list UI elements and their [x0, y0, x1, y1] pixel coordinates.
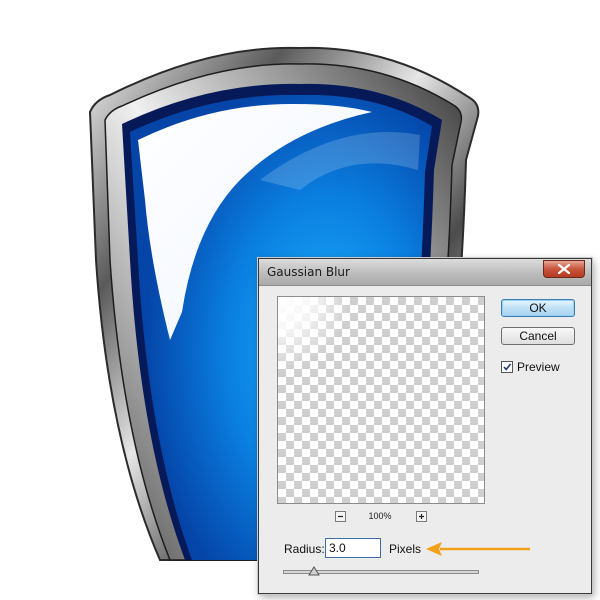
zoom-out-icon	[338, 515, 343, 518]
preview-label: Preview	[517, 360, 560, 374]
units-label: Pixels	[389, 542, 422, 556]
close-icon	[558, 264, 570, 274]
dialog-titlebar[interactable]: Gaussian Blur	[259, 259, 591, 286]
ok-button[interactable]: OK	[501, 299, 575, 317]
radius-label: Radius:	[284, 542, 325, 556]
close-button[interactable]	[543, 260, 585, 278]
zoom-out-button[interactable]	[335, 511, 346, 522]
arrow-left-icon	[426, 542, 530, 556]
radius-slider-thumb[interactable]	[308, 566, 321, 576]
preview-window[interactable]	[277, 296, 485, 504]
dialog-title: Gaussian Blur	[267, 265, 350, 279]
checkmark-icon	[503, 363, 512, 371]
zoom-in-icon	[419, 514, 424, 519]
zoom-in-button[interactable]	[416, 511, 427, 522]
cancel-button[interactable]: Cancel	[501, 327, 575, 345]
preview-checkbox[interactable]	[501, 361, 513, 373]
preview-content	[278, 297, 358, 377]
radius-input[interactable]	[325, 538, 381, 558]
zoom-level: 100%	[368, 511, 392, 521]
